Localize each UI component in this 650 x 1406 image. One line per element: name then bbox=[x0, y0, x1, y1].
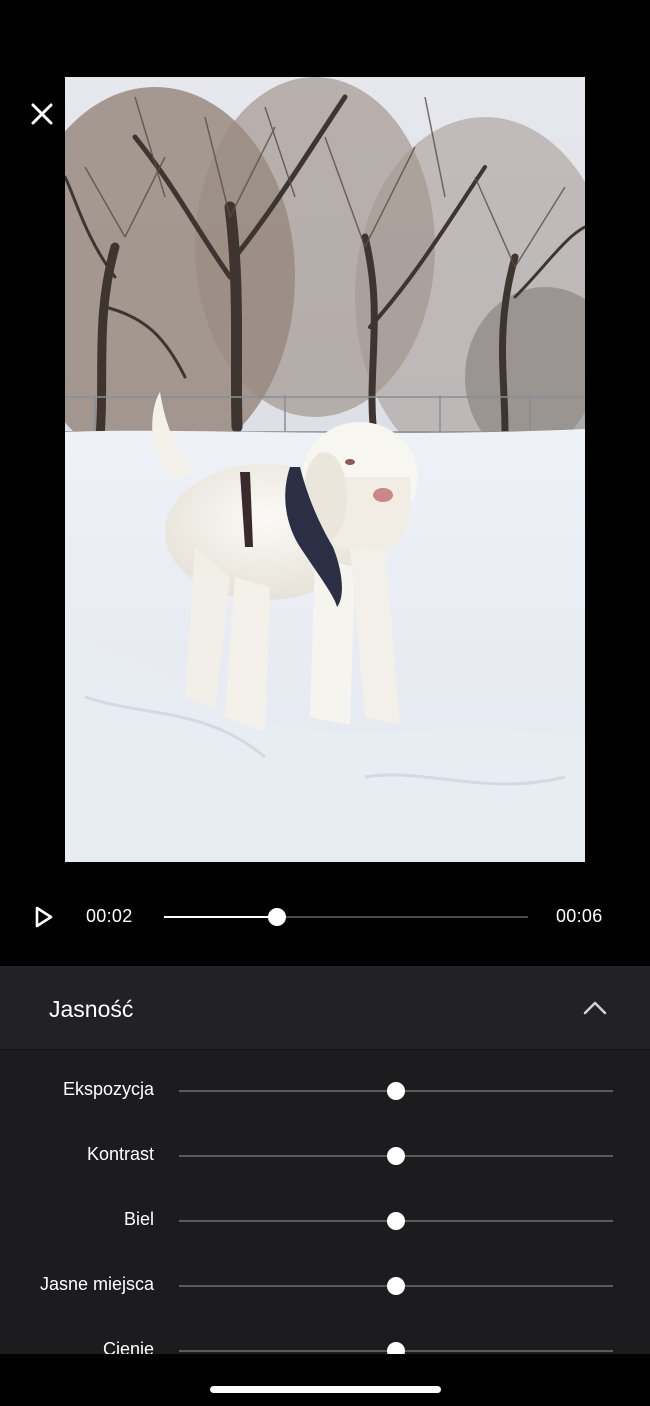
slider-thumb[interactable] bbox=[387, 1277, 405, 1295]
scrubber-progress bbox=[164, 916, 277, 918]
brightness-section-header[interactable]: Jasność bbox=[0, 966, 650, 1050]
slider-label: Ekspozycja bbox=[62, 1079, 154, 1099]
slider-thumb[interactable] bbox=[387, 1147, 405, 1165]
whites-slider[interactable] bbox=[179, 1212, 613, 1230]
slider-thumb[interactable] bbox=[387, 1082, 405, 1100]
video-editor-screen: 00:02 00:06 Jasność Ekspozycja Kontrast bbox=[0, 0, 650, 1406]
playback-controls: 00:02 00:06 bbox=[0, 890, 650, 944]
exposure-slider[interactable] bbox=[179, 1082, 613, 1100]
slider-row-contrast: Kontrast bbox=[0, 1134, 650, 1174]
contrast-slider[interactable] bbox=[179, 1147, 613, 1165]
section-title: Jasność bbox=[49, 996, 134, 1022]
close-icon bbox=[31, 103, 53, 125]
slider-label: Kontrast bbox=[86, 1144, 154, 1164]
adjustment-panel: Jasność Ekspozycja Kontrast Biel Jasne m bbox=[0, 966, 650, 1406]
close-button[interactable] bbox=[26, 98, 58, 130]
chevron-up-icon[interactable] bbox=[580, 996, 610, 1018]
home-indicator[interactable] bbox=[210, 1386, 441, 1393]
slider-label: Jasne miejsca bbox=[39, 1274, 154, 1294]
scrubber-thumb[interactable] bbox=[267, 908, 286, 926]
slider-label: Biel bbox=[123, 1209, 154, 1229]
total-time: 00:06 bbox=[556, 906, 603, 926]
slider-row-exposure: Ekspozycja bbox=[0, 1069, 650, 1109]
slider-row-highlights: Jasne miejsca bbox=[0, 1264, 650, 1304]
video-scrubber[interactable] bbox=[164, 908, 528, 926]
play-button[interactable] bbox=[30, 904, 56, 930]
video-preview bbox=[65, 77, 585, 862]
slider-thumb[interactable] bbox=[387, 1212, 405, 1230]
play-icon bbox=[35, 906, 53, 928]
bottom-bar bbox=[0, 1354, 650, 1406]
slider-row-whites: Biel bbox=[0, 1199, 650, 1239]
shadows-slider[interactable] bbox=[179, 1342, 613, 1360]
current-time: 00:02 bbox=[86, 906, 133, 926]
highlights-slider[interactable] bbox=[179, 1277, 613, 1295]
